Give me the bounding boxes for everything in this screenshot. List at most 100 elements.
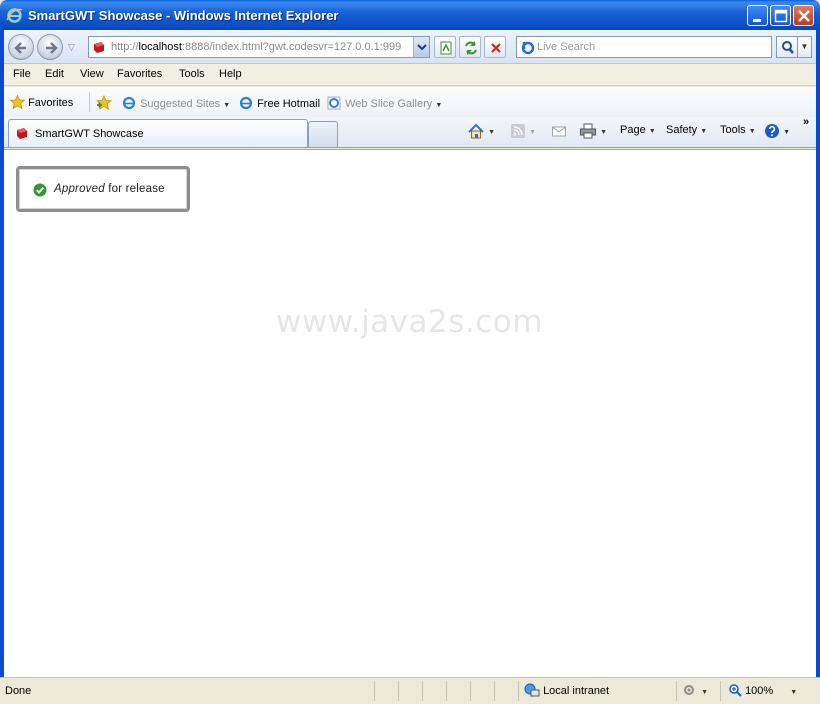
home-button[interactable]: ▼ (467, 123, 495, 139)
caret-down-icon: ▼ (700, 128, 708, 135)
safety-menu-label: Safety (666, 124, 698, 136)
menu-favorites[interactable]: Favorites (117, 68, 162, 80)
window-frame-right (816, 30, 820, 704)
stop-icon (491, 43, 501, 53)
caret-down-icon: ▼ (488, 128, 495, 136)
search-input[interactable] (537, 39, 767, 55)
menu-file[interactable]: File (13, 68, 31, 80)
address-dropdown-button[interactable] (413, 37, 429, 57)
free-hotmail-link[interactable]: Free Hotmail (238, 95, 320, 110)
zoom-level-label: 100% (745, 685, 774, 697)
status-divider (720, 681, 721, 701)
status-divider (398, 681, 399, 701)
window-title: SmartGWT Showcase - Windows Internet Exp… (28, 8, 339, 23)
refresh-button[interactable] (459, 36, 481, 58)
menu-view[interactable]: View (80, 68, 104, 80)
tab-smartgwt-showcase[interactable]: SmartGWT Showcase (8, 119, 308, 147)
page-menu-button[interactable]: Page ▼ (620, 124, 656, 136)
status-text: Done (5, 685, 32, 697)
close-icon (798, 10, 810, 22)
caret-down-icon: ▼ (529, 128, 536, 136)
page-content: Approved for release www.java2s.com (4, 149, 816, 677)
divider (89, 92, 90, 112)
stop-button[interactable] (484, 36, 506, 58)
status-divider (494, 681, 495, 701)
security-zone-label: Local intranet (543, 685, 610, 697)
search-go-button[interactable] (776, 36, 798, 58)
favorites-label: Favorites (28, 97, 74, 109)
approval-status-text: Approved for release (54, 183, 165, 195)
status-divider (374, 681, 375, 701)
check-circle-icon (33, 183, 47, 197)
favorites-button[interactable]: Favorites (9, 94, 74, 110)
rss-feed-icon (511, 124, 525, 138)
back-button[interactable] (8, 34, 34, 60)
refresh-icon (465, 41, 477, 55)
caret-down-icon: ▼ (223, 102, 231, 109)
address-bar[interactable]: http://localhost:8888/index.html?gwt.cod… (88, 36, 430, 58)
web-slice-gallery-label: Web Slice Gallery (345, 98, 433, 110)
caret-down-icon: ▼ (701, 689, 708, 696)
ie-page-icon (327, 96, 341, 110)
approval-status-box: Approved for release (16, 166, 190, 212)
compatibility-view-icon (440, 41, 452, 55)
tab-label: SmartGWT Showcase (35, 128, 144, 140)
suggested-sites-button[interactable]: Suggested Sites ▼ (121, 95, 230, 110)
tools-menu-button[interactable]: Tools ▼ (720, 124, 756, 136)
recent-pages-chevron-icon[interactable]: ▽ (68, 42, 75, 53)
status-bar: Done Local intranet ▼ 100% ▼ (0, 677, 820, 704)
security-zone[interactable]: Local intranet (524, 683, 609, 697)
mail-icon (552, 126, 566, 137)
read-mail-button[interactable] (551, 123, 567, 139)
compatibility-view-button[interactable] (434, 36, 456, 58)
print-button[interactable]: ▼ (579, 123, 607, 139)
watermark: www.java2s.com (276, 304, 543, 340)
intranet-globe-icon (524, 683, 540, 697)
free-hotmail-label: Free Hotmail (257, 98, 321, 110)
zoom-level-button[interactable]: 100% ▼ (728, 683, 797, 697)
web-slice-gallery-button[interactable]: Web Slice Gallery ▼ (326, 95, 442, 110)
chevron-down-icon (417, 44, 427, 51)
status-divider (422, 681, 423, 701)
search-options-dropdown[interactable]: ▼ (798, 36, 812, 58)
protected-mode-button[interactable]: ▼ (682, 683, 708, 697)
forward-button[interactable] (37, 34, 63, 60)
close-window-button[interactable] (793, 5, 814, 26)
minimize-button[interactable] (747, 5, 768, 26)
caret-down-icon: ▼ (790, 689, 798, 696)
minimize-icon (753, 19, 761, 22)
more-commands-chevron-icon[interactable]: » (803, 116, 809, 128)
back-arrow-icon (14, 42, 26, 54)
maximize-button[interactable] (770, 5, 791, 26)
new-tab-button[interactable] (308, 121, 338, 147)
add-to-favorites-bar-button[interactable] (95, 95, 113, 110)
menu-tools[interactable]: Tools (179, 68, 205, 80)
status-divider (470, 681, 471, 701)
gwt-page-icon (17, 128, 27, 139)
help-button[interactable]: ▼ (764, 123, 790, 139)
search-box[interactable] (516, 36, 772, 58)
safety-menu-button[interactable]: Safety ▼ (666, 124, 707, 136)
caret-down-icon: ▼ (600, 128, 607, 136)
menu-help[interactable]: Help (219, 68, 242, 80)
menu-bar: File Edit View Favorites Tools Help (4, 64, 816, 86)
zoom-icon (729, 684, 742, 697)
forward-arrow-icon (46, 42, 58, 54)
menu-edit[interactable]: Edit (45, 68, 64, 80)
maximize-icon (774, 9, 788, 23)
title-bar: SmartGWT Showcase - Windows Internet Exp… (0, 0, 820, 30)
caret-down-icon: ▼ (648, 128, 656, 135)
caret-down-icon: ▼ (748, 128, 756, 135)
gwt-page-icon (94, 42, 104, 53)
printer-icon (580, 123, 596, 139)
tools-menu-label: Tools (720, 124, 746, 136)
status-divider (518, 681, 519, 701)
ie-page-icon (239, 96, 253, 110)
page-menu-label: Page (620, 124, 646, 136)
caret-down-icon: ▼ (783, 128, 790, 136)
feeds-button[interactable]: ▼ (510, 123, 536, 139)
address-url[interactable]: http://localhost:8888/index.html?gwt.cod… (111, 41, 411, 53)
internet-explorer-icon (6, 8, 23, 23)
home-icon (468, 123, 484, 139)
live-search-icon (521, 41, 535, 55)
